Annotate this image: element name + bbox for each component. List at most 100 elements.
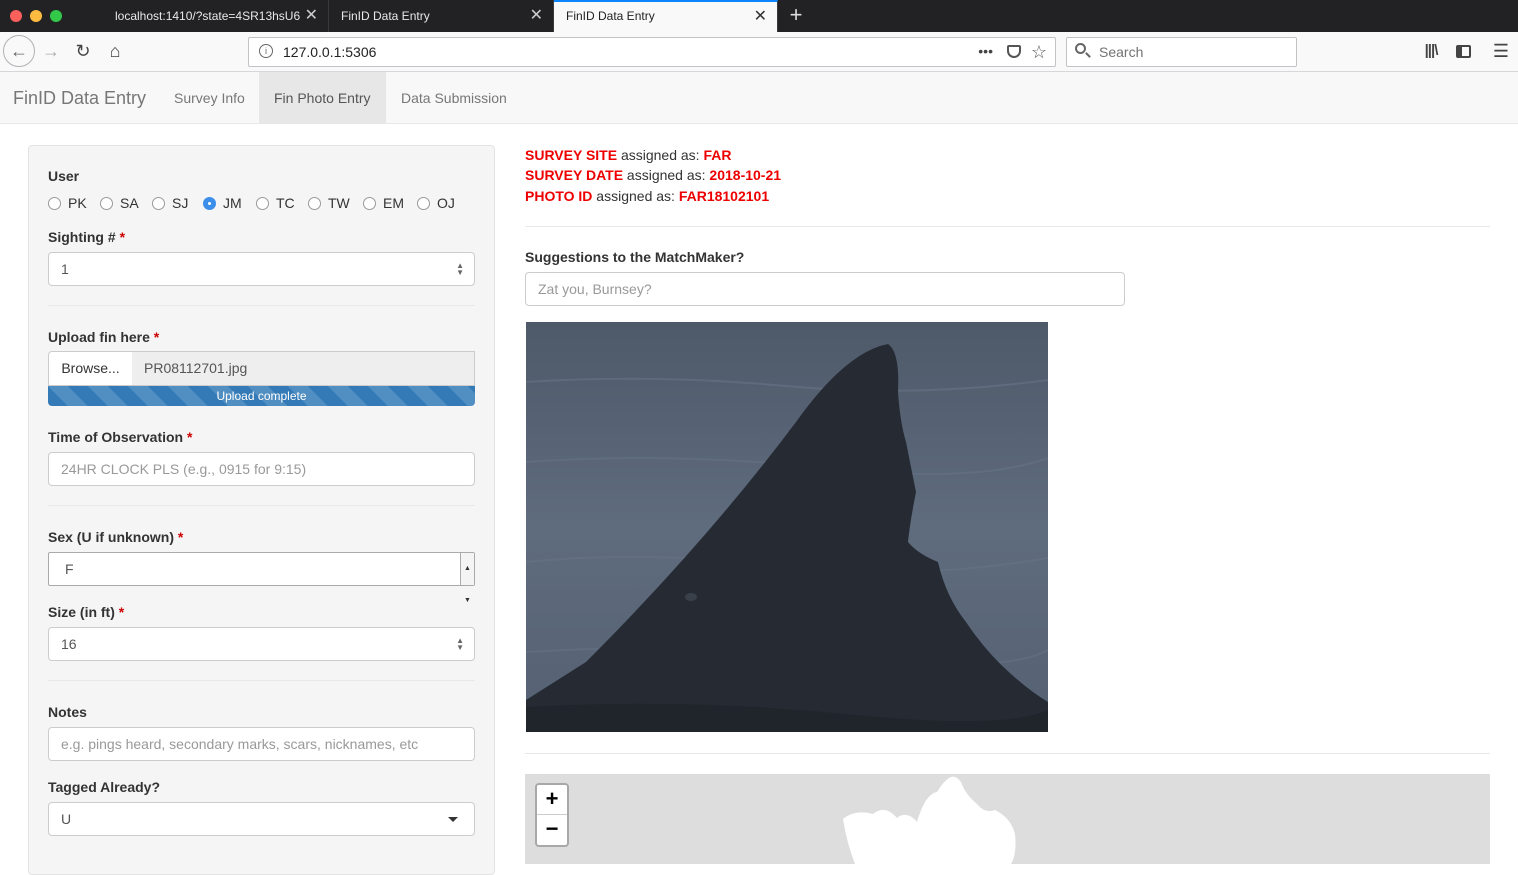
browser-tab-2[interactable]: FinID Data Entry ✕	[329, 0, 554, 32]
time-label-text: Time of Observation	[48, 429, 184, 445]
divider	[48, 680, 475, 681]
new-tab-button[interactable]: +	[787, 0, 805, 30]
chevron-down-icon	[448, 817, 458, 822]
tagged-label: Tagged Already?	[48, 779, 161, 795]
sex-select[interactable]: F ▲ ▼	[48, 552, 475, 604]
spinner-icon[interactable]: ▲ ▼	[456, 262, 464, 277]
user-radio-sa[interactable]: SA	[100, 195, 139, 211]
maximize-window-button[interactable]	[50, 10, 62, 22]
radio-circle-icon[interactable]	[417, 197, 430, 210]
home-icon[interactable]: ⌂	[100, 36, 130, 66]
radio-label: JM	[223, 195, 242, 211]
radio-label: SJ	[172, 195, 189, 211]
tab-title: localhost:1410/?state=4SR13hsU6	[115, 9, 301, 23]
size-input[interactable]: 16 ▲ ▼	[48, 627, 475, 661]
search-placeholder: Search	[1099, 44, 1144, 60]
forward-arrow-icon[interactable]: →	[36, 36, 66, 66]
close-window-button[interactable]	[10, 10, 22, 22]
library-icon[interactable]: |||\	[1416, 36, 1446, 66]
required-mark: *	[118, 604, 125, 620]
tab-bar: localhost:1410/?state=4SR13hsU6 ✕ FinID …	[0, 0, 1518, 32]
matchmaker-input[interactable]: Zat you, Burnsey?	[525, 272, 1125, 306]
browse-button[interactable]: Browse...	[48, 351, 133, 386]
reload-icon[interactable]: ↻	[68, 36, 98, 66]
url-text: 127.0.0.1:5306	[283, 44, 377, 60]
radio-circle-icon[interactable]	[363, 197, 376, 210]
user-radio-em[interactable]: EM	[363, 195, 404, 211]
size-value: 16	[61, 636, 77, 652]
zoom-out-button[interactable]: −	[537, 815, 567, 845]
radio-circle-icon[interactable]	[48, 197, 61, 210]
user-radio-tc[interactable]: TC	[256, 195, 295, 211]
app-brand[interactable]: FinID Data Entry	[13, 72, 146, 124]
sidebar-toggle-icon[interactable]	[1448, 36, 1478, 66]
user-radio-oj[interactable]: OJ	[417, 195, 455, 211]
back-arrow-icon[interactable]: ←	[3, 35, 35, 67]
browser-chrome: localhost:1410/?state=4SR13hsU6 ✕ FinID …	[0, 0, 1518, 72]
sighting-value: 1	[61, 261, 69, 277]
radio-label: PK	[68, 195, 87, 211]
size-label-text: Size (in ft)	[48, 604, 115, 620]
sex-label: Sex (U if unknown) *	[48, 529, 183, 545]
browser-tab-3[interactable]: FinID Data Entry ✕	[554, 0, 778, 32]
zoom-in-button[interactable]: +	[537, 785, 567, 815]
radio-circle-icon[interactable]	[100, 197, 113, 210]
close-tab-icon[interactable]: ✕	[754, 2, 767, 32]
radio-label: SA	[120, 195, 139, 211]
map-panel[interactable]: + −	[525, 774, 1490, 864]
photo-id-line: PHOTO ID assigned as: FAR18102101	[525, 188, 769, 204]
minimize-window-button[interactable]	[30, 10, 42, 22]
radio-circle-icon[interactable]	[308, 197, 321, 210]
divider	[48, 505, 475, 506]
user-radio-jm[interactable]: JM	[203, 195, 242, 211]
close-tab-icon[interactable]: ✕	[305, 0, 318, 32]
tab-title: FinID Data Entry	[566, 9, 655, 23]
notes-label: Notes	[48, 704, 87, 720]
required-mark: *	[153, 329, 160, 345]
fin-photo	[526, 322, 1048, 732]
notes-input[interactable]: e.g. pings heard, secondary marks, scars…	[48, 727, 475, 761]
nav-fin-photo-entry[interactable]: Fin Photo Entry	[259, 72, 386, 123]
page-actions-icon[interactable]: •••	[978, 38, 993, 64]
url-bar[interactable]: i 127.0.0.1:5306 ••• ☆	[248, 37, 1056, 67]
tagged-value: U	[61, 811, 72, 827]
upload-progress-bar: Upload complete	[48, 386, 475, 406]
assign-value: 2018-10-21	[709, 167, 782, 183]
user-radio-tw[interactable]: TW	[308, 195, 350, 211]
search-bar[interactable]: Search	[1066, 37, 1297, 67]
select-arrow-icon[interactable]: ▲ ▼	[460, 553, 474, 604]
divider	[525, 753, 1490, 754]
close-tab-icon[interactable]: ✕	[530, 0, 543, 32]
pocket-icon[interactable]	[1007, 45, 1021, 58]
user-radio-pk[interactable]: PK	[48, 195, 87, 211]
assign-mid: assigned as:	[592, 188, 679, 204]
nav-data-submission[interactable]: Data Submission	[386, 72, 522, 123]
notes-placeholder: e.g. pings heard, secondary marks, scars…	[61, 736, 419, 752]
spinner-icon[interactable]: ▲ ▼	[456, 637, 464, 652]
sighting-label: Sighting # *	[48, 229, 125, 245]
menu-icon[interactable]: ☰	[1486, 36, 1516, 66]
sighting-number-input[interactable]: 1 ▲ ▼	[48, 252, 475, 286]
upload-filename: PR08112701.jpg	[132, 351, 475, 386]
divider	[48, 305, 475, 306]
radio-circle-icon[interactable]	[203, 197, 216, 210]
app-navbar: FinID Data Entry Survey Info Fin Photo E…	[0, 72, 1518, 124]
nav-toolbar: ← → ↻ ⌂ i 127.0.0.1:5306 ••• ☆ Search ||…	[0, 32, 1518, 72]
radio-label: TC	[276, 195, 295, 211]
radio-circle-icon[interactable]	[152, 197, 165, 210]
radio-circle-icon[interactable]	[256, 197, 269, 210]
tagged-select[interactable]: U	[48, 802, 475, 836]
user-radio-sj[interactable]: SJ	[152, 195, 188, 211]
survey-date-line: SURVEY DATE assigned as: 2018-10-21	[525, 167, 781, 183]
info-icon[interactable]: i	[259, 44, 273, 58]
nav-survey-info[interactable]: Survey Info	[159, 72, 260, 123]
matchmaker-placeholder: Zat you, Burnsey?	[538, 281, 652, 297]
matchmaker-label: Suggestions to the MatchMaker?	[525, 249, 745, 265]
assign-mid: assigned as:	[623, 167, 710, 183]
upload-label: Upload fin here *	[48, 329, 159, 345]
sex-label-text: Sex (U if unknown)	[48, 529, 174, 545]
time-of-observation-input[interactable]: 24HR CLOCK PLS (e.g., 0915 for 9:15)	[48, 452, 475, 486]
browser-tab-1[interactable]: localhost:1410/?state=4SR13hsU6 ✕	[103, 0, 329, 32]
sighting-label-text: Sighting #	[48, 229, 116, 245]
bookmark-star-icon[interactable]: ☆	[1031, 40, 1047, 64]
